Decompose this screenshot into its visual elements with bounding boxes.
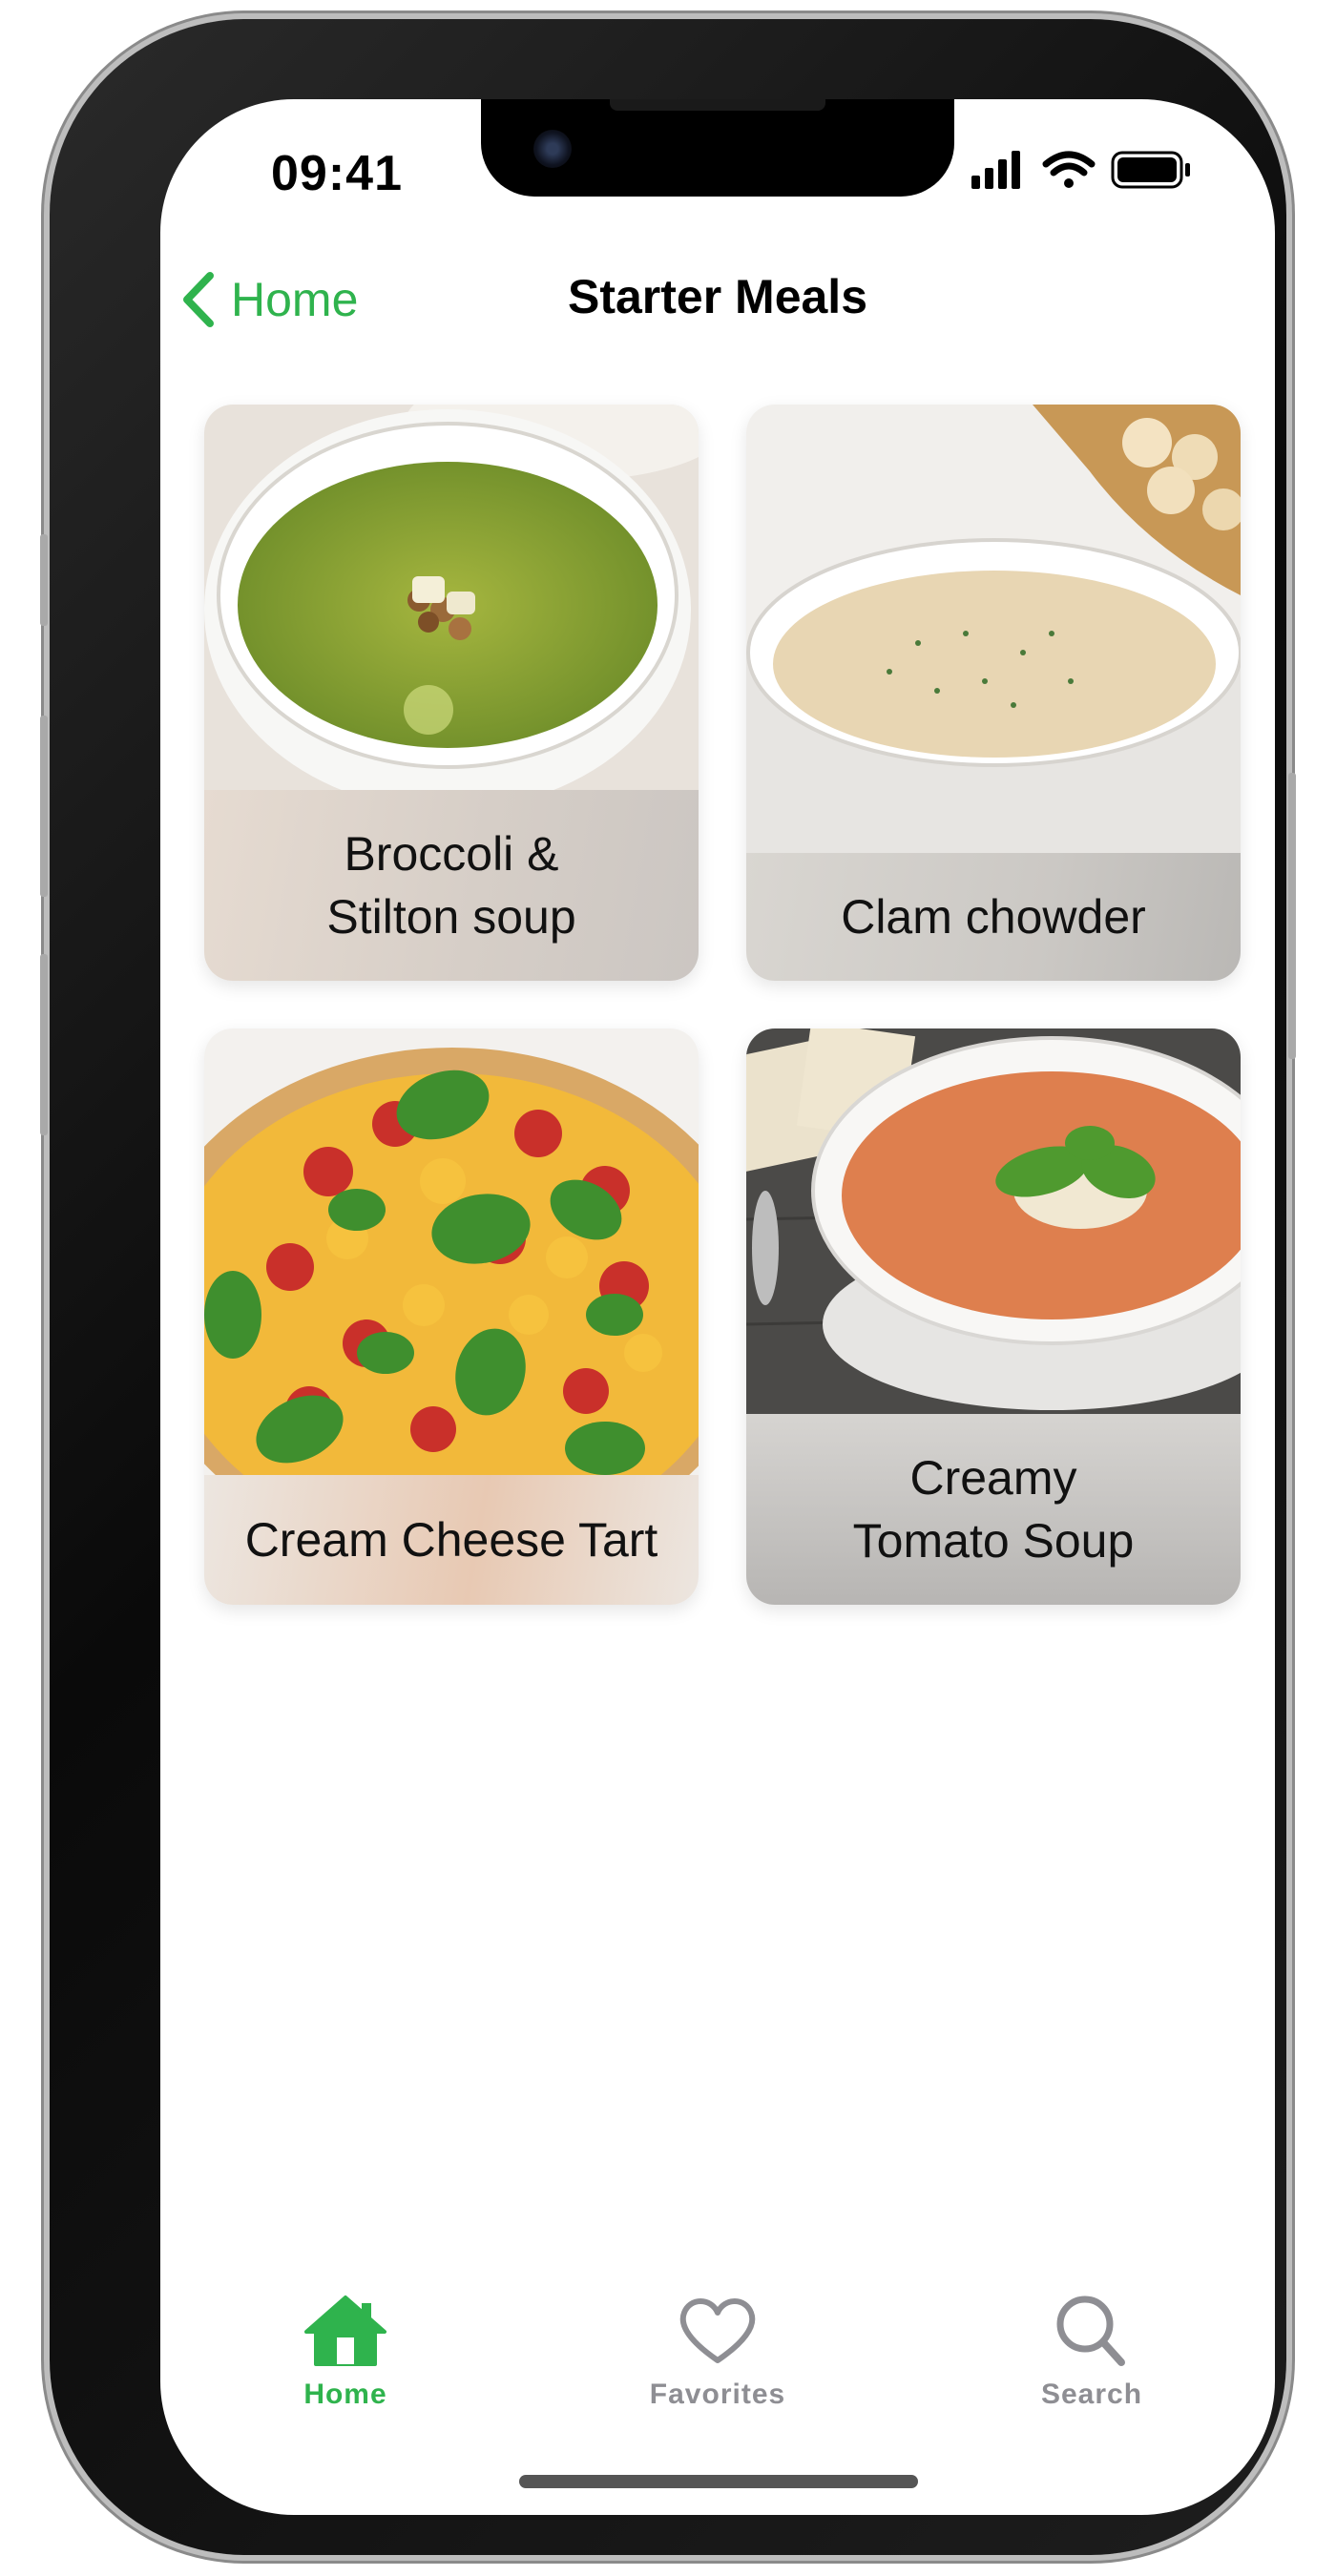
magnifier-icon xyxy=(1056,2296,1125,2366)
tab-favorites[interactable]: Favorites xyxy=(603,2294,832,2411)
signal-icon xyxy=(971,151,1020,189)
status-time: 09:41 xyxy=(271,146,403,201)
meal-card-label: Broccoli & Stilton soup xyxy=(204,790,699,981)
page-title: Starter Meals xyxy=(567,270,868,323)
notch xyxy=(481,99,954,197)
tab-label: Home xyxy=(303,2379,387,2410)
wifi-icon xyxy=(1042,151,1096,188)
meal-card-creamy-tomato-soup[interactable]: Creamy Tomato Soup xyxy=(746,1028,1241,1605)
creamy-tomato-soup-photo xyxy=(746,1028,1241,1414)
meal-card-cream-cheese-tart[interactable]: Cream Cheese Tart xyxy=(204,1028,699,1605)
meal-name: Cream Cheese Tart xyxy=(244,1513,658,1567)
tab-home[interactable]: Home xyxy=(231,2294,460,2411)
meal-name-line2: Tomato Soup xyxy=(852,1514,1135,1568)
clam-chowder-photo xyxy=(746,405,1241,853)
volume-up-button xyxy=(40,716,48,897)
tab-label: Search xyxy=(1040,2379,1143,2410)
meal-card-label: Clam chowder xyxy=(746,853,1241,981)
broccoli-soup-photo xyxy=(204,405,699,790)
power-button xyxy=(1288,773,1296,1059)
meal-card-clam-chowder[interactable]: Clam chowder xyxy=(746,405,1241,981)
tab-search[interactable]: Search xyxy=(977,2294,1206,2411)
tab-label: Favorites xyxy=(649,2379,786,2410)
meal-card-label: Creamy Tomato Soup xyxy=(746,1414,1241,1605)
status-icons xyxy=(971,151,1190,189)
meal-name-line1: Creamy xyxy=(909,1451,1077,1505)
meal-name: Clam chowder xyxy=(841,890,1146,944)
meal-card-label: Cream Cheese Tart xyxy=(204,1475,699,1605)
home-indicator[interactable] xyxy=(519,2475,918,2488)
mute-switch xyxy=(40,534,48,626)
heart-icon xyxy=(679,2298,756,2363)
speaker-grille xyxy=(610,99,825,111)
battery-icon xyxy=(1111,151,1190,189)
meal-card-broccoli-stilton-soup[interactable]: Broccoli & Stilton soup xyxy=(204,405,699,981)
phone-frame: 09:41 Home Starter Meals Broccoli & Stil… xyxy=(40,19,1296,2555)
meal-name-line1: Broccoli & xyxy=(344,827,559,881)
cream-cheese-tart-photo xyxy=(204,1028,699,1475)
house-icon xyxy=(304,2296,386,2366)
camera-icon xyxy=(533,130,572,168)
meal-name-line2: Stilton soup xyxy=(326,890,576,944)
volume-down-button xyxy=(40,954,48,1135)
app-screen: 09:41 Home Starter Meals Broccoli & Stil… xyxy=(160,99,1275,2515)
